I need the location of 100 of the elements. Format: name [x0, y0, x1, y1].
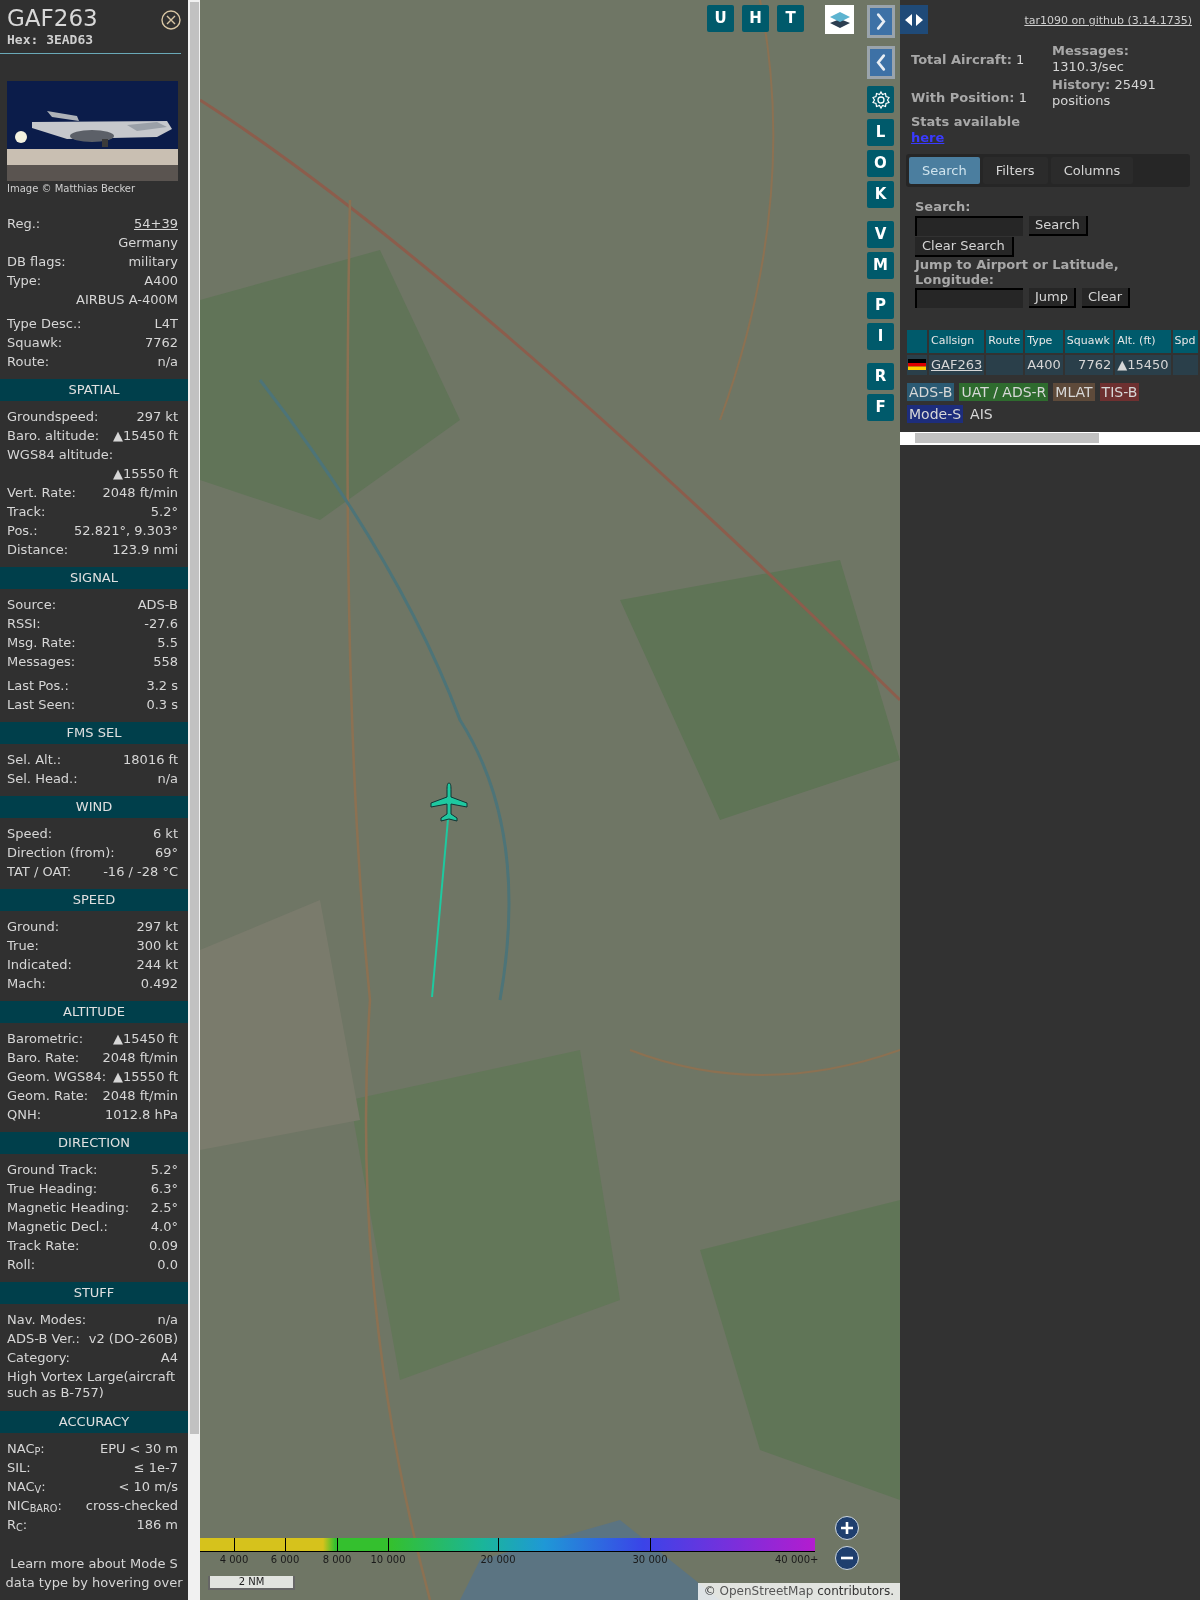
- input-field[interactable]: [915, 288, 1023, 308]
- registration-link[interactable]: 54+39: [134, 214, 178, 233]
- map-toggle-button[interactable]: U: [707, 5, 734, 32]
- stats-label: Stats available: [911, 114, 1022, 130]
- field-value: n/a: [157, 353, 178, 371]
- scrollbar[interactable]: [900, 431, 1200, 445]
- map-toggle-button[interactable]: P: [867, 292, 894, 319]
- map-toggle-button[interactable]: M: [867, 252, 894, 279]
- field-label: Sel. Alt.:: [7, 751, 62, 769]
- field-label: SIL:: [7, 1459, 31, 1477]
- map-toggle-button[interactable]: I: [867, 323, 894, 350]
- field-value: n/a: [157, 770, 178, 788]
- map-toggle-button[interactable]: O: [867, 150, 894, 177]
- stat-text: With Position: 1: [911, 88, 1028, 107]
- field-value: 2048 ft/min: [102, 1087, 178, 1105]
- field-label: Messages:: [7, 653, 76, 671]
- layers-icon: [828, 9, 851, 30]
- source-legend-item: AIS: [969, 404, 994, 423]
- search-button[interactable]: Search: [1029, 216, 1088, 236]
- column-header[interactable]: Spd: [1172, 330, 1198, 353]
- field-label: Geom. Rate:: [7, 1087, 89, 1105]
- field-label: TAT / OAT:: [7, 863, 72, 881]
- input-field[interactable]: [915, 216, 1023, 236]
- section-header: DIRECTION: [0, 1132, 188, 1154]
- column-header[interactable]: Alt. (ft): [1115, 330, 1171, 353]
- field-label: NAC$_{V}$:: [7, 1478, 46, 1496]
- category-description: High Vortex Large(aircraft such as B-757): [7, 1369, 177, 1401]
- close-icon[interactable]: [161, 10, 181, 30]
- field-value: L4T: [154, 315, 178, 333]
- field-value: 4.0°: [150, 1218, 178, 1236]
- plus-icon: [840, 1521, 854, 1535]
- field-value: 1012.8 hPa: [104, 1106, 178, 1124]
- field-value: ADS-B: [137, 596, 178, 614]
- field-value: v2 (DO-260B): [88, 1330, 178, 1348]
- column-header[interactable]: Squawk: [1064, 330, 1114, 353]
- map-toggle-button[interactable]: L: [867, 119, 894, 146]
- field-label: Speed:: [7, 825, 53, 843]
- map-toggle-button[interactable]: V: [867, 221, 894, 248]
- layers-button[interactable]: [825, 5, 854, 34]
- panel-toggle-button[interactable]: [867, 5, 895, 38]
- jump-label: Jump to Airport or Latitude, Longitude:: [915, 257, 1120, 287]
- column-header[interactable]: Type: [1025, 330, 1063, 353]
- field-label: Geom. WGS84:: [7, 1068, 107, 1086]
- field-value: 69°: [154, 844, 178, 862]
- jump-button[interactable]: Jump: [1029, 288, 1076, 308]
- field-value: 2.5°: [150, 1199, 178, 1217]
- field-value: 0.09: [149, 1237, 178, 1255]
- source-legend-item: ADS-B: [907, 382, 955, 401]
- map-toggle-button[interactable]: T: [777, 5, 804, 32]
- help-text: Learn more about Mode S data type by hovering over: [4, 1555, 184, 1592]
- search-label: Search:: [915, 199, 972, 215]
- map-toggle-button[interactable]: R: [867, 363, 894, 390]
- left-right-arrows-icon: [903, 12, 925, 27]
- altitude-label: 4 000: [219, 1553, 249, 1566]
- table-cell: A400: [1025, 355, 1063, 375]
- clear-search-button[interactable]: Clear Search: [915, 237, 1014, 257]
- map-toggle-button[interactable]: K: [867, 181, 894, 208]
- tab[interactable]: Filters: [982, 157, 1048, 184]
- field-value: AIRBUS A-400M: [76, 291, 178, 309]
- field-value: n/a: [157, 1311, 178, 1329]
- panel-toggle-button[interactable]: [867, 46, 895, 79]
- field-label: ADS-B Ver.:: [7, 1330, 80, 1348]
- altitude-label: 20 000: [480, 1553, 516, 1566]
- clear-button[interactable]: Clear: [1082, 288, 1130, 308]
- field-value: ▲15550 ft: [113, 1068, 178, 1086]
- field-label: Last Seen:: [7, 696, 76, 714]
- field-label: Type:: [7, 272, 42, 290]
- field-label: Pos.:: [7, 522, 38, 540]
- field-label: Last Pos.:: [7, 677, 69, 695]
- field-label: Distance:: [7, 541, 69, 559]
- section-header: STUFF: [0, 1282, 188, 1304]
- panel-toggle-button[interactable]: [900, 5, 928, 34]
- field-label: Magnetic Heading:: [7, 1199, 130, 1217]
- field-value: EPU < 30 m: [99, 1440, 178, 1458]
- tab[interactable]: Columns: [1050, 157, 1134, 184]
- field-label: NIC$_{BARO}$:: [7, 1497, 62, 1515]
- attribution-link[interactable]: OpenStreetMap: [719, 1584, 814, 1598]
- field-label: Roll:: [7, 1256, 35, 1274]
- github-link[interactable]: tar1090 on github (3.14.1735): [1024, 13, 1192, 30]
- field-value: < 10 m/s: [118, 1478, 178, 1496]
- field-value: Germany: [118, 234, 178, 252]
- field-label: Ground:: [7, 918, 60, 936]
- field-value: 558: [153, 653, 178, 671]
- field-value: ▲15450 ft: [113, 1030, 178, 1048]
- column-header[interactable]: Route: [986, 330, 1024, 353]
- airplane-icon[interactable]: [429, 781, 469, 823]
- field-value: 5.2°: [150, 1161, 178, 1179]
- field-label: Mach:: [7, 975, 46, 993]
- map-toggle-button[interactable]: F: [867, 394, 894, 421]
- field-value: ≤ 1e-7: [133, 1459, 178, 1477]
- column-header[interactable]: Callsign: [929, 330, 985, 353]
- field-value: 52.821°, 9.303°: [74, 522, 178, 540]
- field-label: Source:: [7, 596, 57, 614]
- field-value: -16 / -28 °C: [103, 863, 178, 881]
- field-label: Magnetic Decl.:: [7, 1218, 108, 1236]
- stat-text: Total Aircraft: 1: [911, 51, 1026, 69]
- map-toggle-button[interactable]: H: [742, 5, 769, 32]
- scrollbar[interactable]: [188, 0, 200, 1600]
- settings-button[interactable]: [867, 86, 894, 113]
- settings-icon: [870, 89, 891, 110]
